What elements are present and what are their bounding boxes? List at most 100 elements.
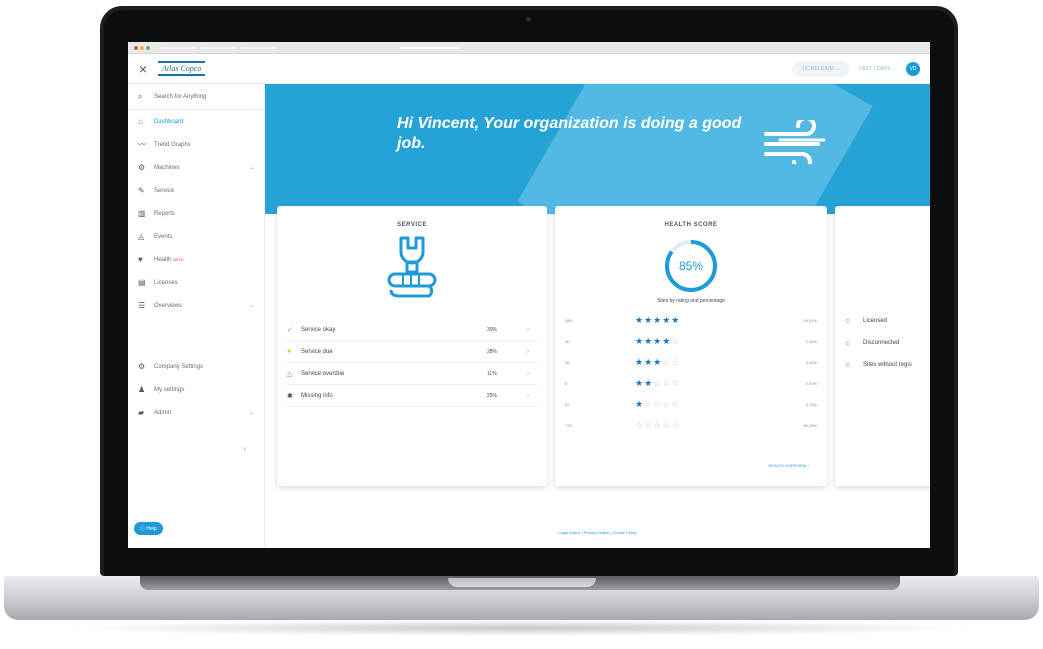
service-label: Service overdue [301,370,345,377]
chevron-down-icon[interactable]: ⌄ [249,302,254,309]
sidebar-item-label: Licenses [154,279,178,286]
bar-chart-icon: ▥ [138,209,146,218]
app-header: × Atlas Copco TIC BELGIUM ⌄ LAST 7 DAYS … [128,54,930,84]
service-label: Missing info [301,392,333,399]
service-percent: 25% [487,392,498,399]
sidebar-item-trend-graphs[interactable]: 〰 Trend Graphs [128,133,264,156]
laptop-notch [448,578,596,587]
help-button[interactable]: ⓘ Help [134,522,163,535]
date-range-selector[interactable]: LAST 7 DAYS ⌄ [859,66,896,72]
rating-list: 456 ★★★★★ 34.61% 30 ★★★★☆ 2.45% 46 ★★★☆☆ 3.42% 6 ★… [555,310,827,436]
heart-icon: ♥ [138,255,143,264]
sidebar-item-label: Trend Graphs [154,141,191,148]
license-row[interactable]: ⊙ Disconnected [835,332,930,354]
service-row[interactable]: △ Service overdue 11% › [287,363,537,385]
footer-links[interactable]: Legal Notice | Privacy Notice | Cookie P… [265,530,930,535]
status-icon: ● [287,348,292,355]
status-icon: ✱ [287,392,293,400]
service-row[interactable]: ✱ Missing info 25% › [287,385,537,407]
rating-row[interactable]: 30 ★★★★☆ 2.45% [565,331,817,352]
sidebar-item-dashboard[interactable]: ⌂ Dashboard [128,110,264,133]
rating-percent: 3.42% [805,360,817,365]
sidebar-item-label: Events [154,233,173,240]
service-row[interactable]: ✓ Service okay 30% › [287,319,537,341]
camera [526,17,531,22]
chevron-right-icon[interactable]: › [527,349,537,355]
sidebar-item-events[interactable]: ◬ Events [128,225,264,248]
sites-label: Sites by rating and percentage [657,298,725,304]
license-card[interactable]: ⊙ Licensed ⊙ Disconnected ⊙ Sites without reg… [835,206,930,486]
collapse-sidebar-icon[interactable]: ‹ [243,444,246,453]
license-label: Disconnected [863,340,900,346]
avatar[interactable]: VD [906,61,920,76]
chevron-right-icon[interactable]: › [527,393,537,399]
sidebar-item-my-settings[interactable]: ♟ My settings [128,378,264,401]
hero-banner: Hi Vincent, Your organization is doing a… [265,84,930,214]
search-icon: ⌕ [138,91,143,101]
chevron-down-icon[interactable]: ⌄ [249,409,254,416]
score-gauge: 85% [663,238,719,294]
rating-row[interactable]: 776 ☆☆☆☆☆ 56.29% [565,415,817,436]
address-bar[interactable] [400,46,460,49]
wrench-icon: ✎ [138,186,145,195]
sidebar-item-admin[interactable]: ▰ Admin ⌄ [128,401,264,424]
browser-bar [128,42,930,54]
header-controls: TIC BELGIUM ⌄ LAST 7 DAYS ⌄ VD [791,60,930,77]
site-count: 6 [565,381,568,386]
license-label: Sites without regis [863,362,912,368]
greeting-title: Hi Vincent, Your organization is doing a… [397,115,742,152]
window-controls[interactable] [134,45,150,50]
service-row[interactable]: ● Service due 28% › [287,341,537,363]
browser-tab[interactable] [160,46,196,49]
site-count: 30 [565,339,570,344]
close-icon[interactable]: × [128,61,158,77]
service-list: ✓ Service okay 30% › ● Service due 28% › △ Servic… [277,319,547,407]
sidebar: ⌕ Search for Anything ⌂ Dashboard 〰 Trend G… [128,84,265,548]
license-row[interactable]: ⊙ Sites without regis [835,354,930,376]
search-input[interactable]: ⌕ Search for Anything [128,84,264,110]
sidebar-item-label: Reports [154,210,176,217]
rating-row[interactable]: 456 ★★★★★ 34.61% [565,310,817,331]
trend-icon: 〰 [138,140,146,149]
rating-percent: 2.45% [805,339,817,344]
rating-row[interactable]: 46 ★★★☆☆ 3.42% [565,352,817,373]
chevron-down-icon[interactable]: ⌄ [249,164,254,171]
sidebar-item-machines[interactable]: ⚙ Machines ⌄ [128,156,264,179]
status-icon: ⊙ [845,362,851,369]
sidebar-item-company-settings[interactable]: ⚙ Company Settings [128,355,264,378]
sidebar-item-service[interactable]: ✎ Service [128,179,264,202]
service-label: Service due [301,348,333,355]
health-score-card[interactable]: HEALTH SCORE 85% Sites by rating and per… [555,206,827,486]
service-card[interactable]: SERVICE ✓ Service okay 30% › ● Service due 28%… [277,206,547,486]
score-value: 85% [678,259,704,273]
sidebar-item-label: Admin [154,409,172,416]
status-icon: ⊙ [845,318,851,325]
browser-tab[interactable] [240,46,276,49]
service-title: SERVICE [397,222,427,228]
license-row[interactable]: ⊙ Licensed [835,310,930,332]
health-overview-link[interactable]: HEALTH OVERVIEW › [768,463,809,468]
sidebar-item-health[interactable]: ♥ Health BETA [128,248,264,271]
chevron-right-icon[interactable]: › [527,371,537,377]
sidebar-item-label: Health [154,256,172,263]
sidebar-item-licenses[interactable]: ▤ Licenses [128,271,264,294]
wrench-fist-icon [277,234,547,309]
sidebar-item-label: Overviews [154,302,183,309]
service-percent: 28% [487,348,498,355]
help-label: Help [146,526,157,532]
rating-percent: 34.61% [803,318,817,323]
laptop-shadow [60,620,980,636]
rating-row[interactable]: 6 ★★☆☆☆ 0.50% [565,373,817,394]
list-icon: ☰ [138,301,146,310]
sidebar-item-overviews[interactable]: ☰ Overviews ⌄ [128,294,264,317]
browser-tab[interactable] [200,46,236,49]
rating-percent: 0.50% [805,381,817,386]
chevron-right-icon[interactable]: › [527,327,537,333]
rating-row[interactable]: 32 ★☆☆☆☆ 3.13% [565,394,817,415]
site-selector[interactable]: TIC BELGIUM ⌄ [791,60,850,77]
beta-badge: BETA [173,257,184,262]
sidebar-item-reports[interactable]: ▥ Reports [128,202,264,225]
sidebar-item-label: Machines [154,164,180,171]
star-rating: ★★★★☆ [635,336,681,346]
star-rating: ★☆☆☆☆ [635,399,681,409]
